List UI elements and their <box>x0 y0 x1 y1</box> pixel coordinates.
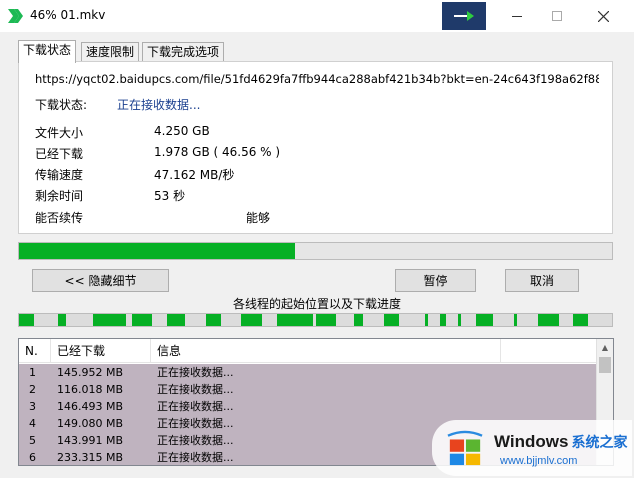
thread-progress-title: 各线程的起始位置以及下载进度 <box>232 297 401 311</box>
column-header-number[interactable]: N. <box>19 339 51 363</box>
thread-segment <box>440 314 446 326</box>
tab-completion-options[interactable]: 下载完成选项 <box>142 42 225 62</box>
status-value: 正在接收数据... <box>117 98 201 112</box>
downloaded-label: 已经下载 <box>35 147 84 161</box>
thread-downloaded: 149.080 MB <box>57 417 124 430</box>
watermark-url: www.bjjmlv.com <box>500 455 578 467</box>
chevron-up-icon: ▲ <box>601 343 609 352</box>
thread-segment <box>93 314 126 326</box>
download-progress-bar <box>18 242 613 260</box>
thread-downloaded: 233.315 MB <box>57 451 124 464</box>
thread-segment <box>167 314 186 326</box>
file-size-value: 4.250 GB <box>154 124 210 138</box>
tab-speed-limit[interactable]: 速度限制 <box>81 42 140 62</box>
thread-segment <box>131 314 153 326</box>
thread-segment <box>475 314 494 326</box>
status-label: 下载状态: <box>35 98 88 112</box>
close-button[interactable] <box>580 0 626 32</box>
maximize-button[interactable] <box>534 0 580 32</box>
download-info-panel: https://yqct02.baidupcs.com/file/51fd462… <box>18 61 613 234</box>
thread-downloaded: 143.991 MB <box>57 434 124 447</box>
speed-value: 47.162 MB/秒 <box>154 168 235 182</box>
site-watermark: Windows 系统之家 www.bjjmlv.com <box>432 420 632 476</box>
thread-info: 正在接收数据... <box>157 451 234 464</box>
thread-info: 正在接收数据... <box>157 383 234 396</box>
thread-segment <box>425 314 429 326</box>
watermark-brand-text: Windows <box>494 432 569 451</box>
arrow-right-icon <box>454 11 474 21</box>
watermark-brand-cn: 系统之家 <box>571 434 628 450</box>
remaining-time-label: 剩余时间 <box>35 189 84 203</box>
table-row[interactable]: 1 145.952 MB 正在接收数据... <box>19 364 597 381</box>
thread-segment <box>573 314 589 326</box>
cancel-button[interactable]: 取消 <box>505 269 579 292</box>
thread-segment <box>383 314 399 326</box>
downloaded-value: 1.978 GB ( 46.56 % ) <box>154 145 281 159</box>
thread-segment <box>315 314 337 326</box>
send-to-button[interactable] <box>442 2 486 30</box>
column-header-empty <box>501 339 597 363</box>
resume-label: 能否续传 <box>35 211 84 225</box>
scroll-thumb[interactable] <box>599 357 611 373</box>
thread-list-header: N. 已经下载 信息 <box>19 339 597 363</box>
thread-segment <box>276 314 313 326</box>
window-title: 46% 01.mkv <box>30 8 106 22</box>
thread-segment <box>537 314 559 326</box>
scroll-up-button[interactable]: ▲ <box>597 339 613 356</box>
minimize-icon <box>512 16 522 17</box>
thread-info: 正在接收数据... <box>157 400 234 413</box>
thread-downloaded: 145.952 MB <box>57 366 124 379</box>
thread-number: 5 <box>29 434 36 447</box>
thread-downloaded: 116.018 MB <box>57 383 124 396</box>
pause-button[interactable]: 暂停 <box>395 269 476 292</box>
thread-number: 1 <box>29 366 36 379</box>
thread-segment <box>19 314 34 326</box>
table-row[interactable]: 3 146.493 MB 正在接收数据... <box>19 398 597 415</box>
thread-progress-bar <box>18 313 613 327</box>
windows-logo-icon <box>447 430 483 466</box>
download-url: https://yqct02.baidupcs.com/file/51fd462… <box>35 72 599 86</box>
title-bar: 46% 01.mkv <box>0 0 634 32</box>
maximize-icon <box>552 11 562 21</box>
column-header-info[interactable]: 信息 <box>151 339 501 363</box>
tab-download-status[interactable]: 下载状态 <box>18 40 77 63</box>
thread-number: 4 <box>29 417 36 430</box>
column-header-downloaded[interactable]: 已经下载 <box>51 339 151 363</box>
file-size-label: 文件大小 <box>35 126 84 140</box>
app-logo-icon <box>8 9 23 23</box>
thread-segment <box>514 314 518 326</box>
thread-number: 6 <box>29 451 36 464</box>
thread-segment <box>57 314 67 326</box>
thread-segment <box>457 314 461 326</box>
watermark-brand: Windows 系统之家 <box>494 432 627 452</box>
close-icon <box>597 10 609 22</box>
thread-segment <box>205 314 221 326</box>
thread-info: 正在接收数据... <box>157 366 234 379</box>
table-row[interactable]: 2 116.018 MB 正在接收数据... <box>19 381 597 398</box>
thread-number: 3 <box>29 400 36 413</box>
thread-segment <box>241 314 263 326</box>
thread-segment <box>354 314 363 326</box>
remaining-time-value: 53 秒 <box>154 189 186 203</box>
download-progress-fill <box>19 243 296 259</box>
thread-number: 2 <box>29 383 36 396</box>
thread-info: 正在接收数据... <box>157 434 234 447</box>
thread-downloaded: 146.493 MB <box>57 400 124 413</box>
thread-info: 正在接收数据... <box>157 417 234 430</box>
resume-value: 能够 <box>246 211 271 225</box>
hide-details-button[interactable]: << 隐藏细节 <box>32 269 169 292</box>
speed-label: 传输速度 <box>35 168 84 182</box>
